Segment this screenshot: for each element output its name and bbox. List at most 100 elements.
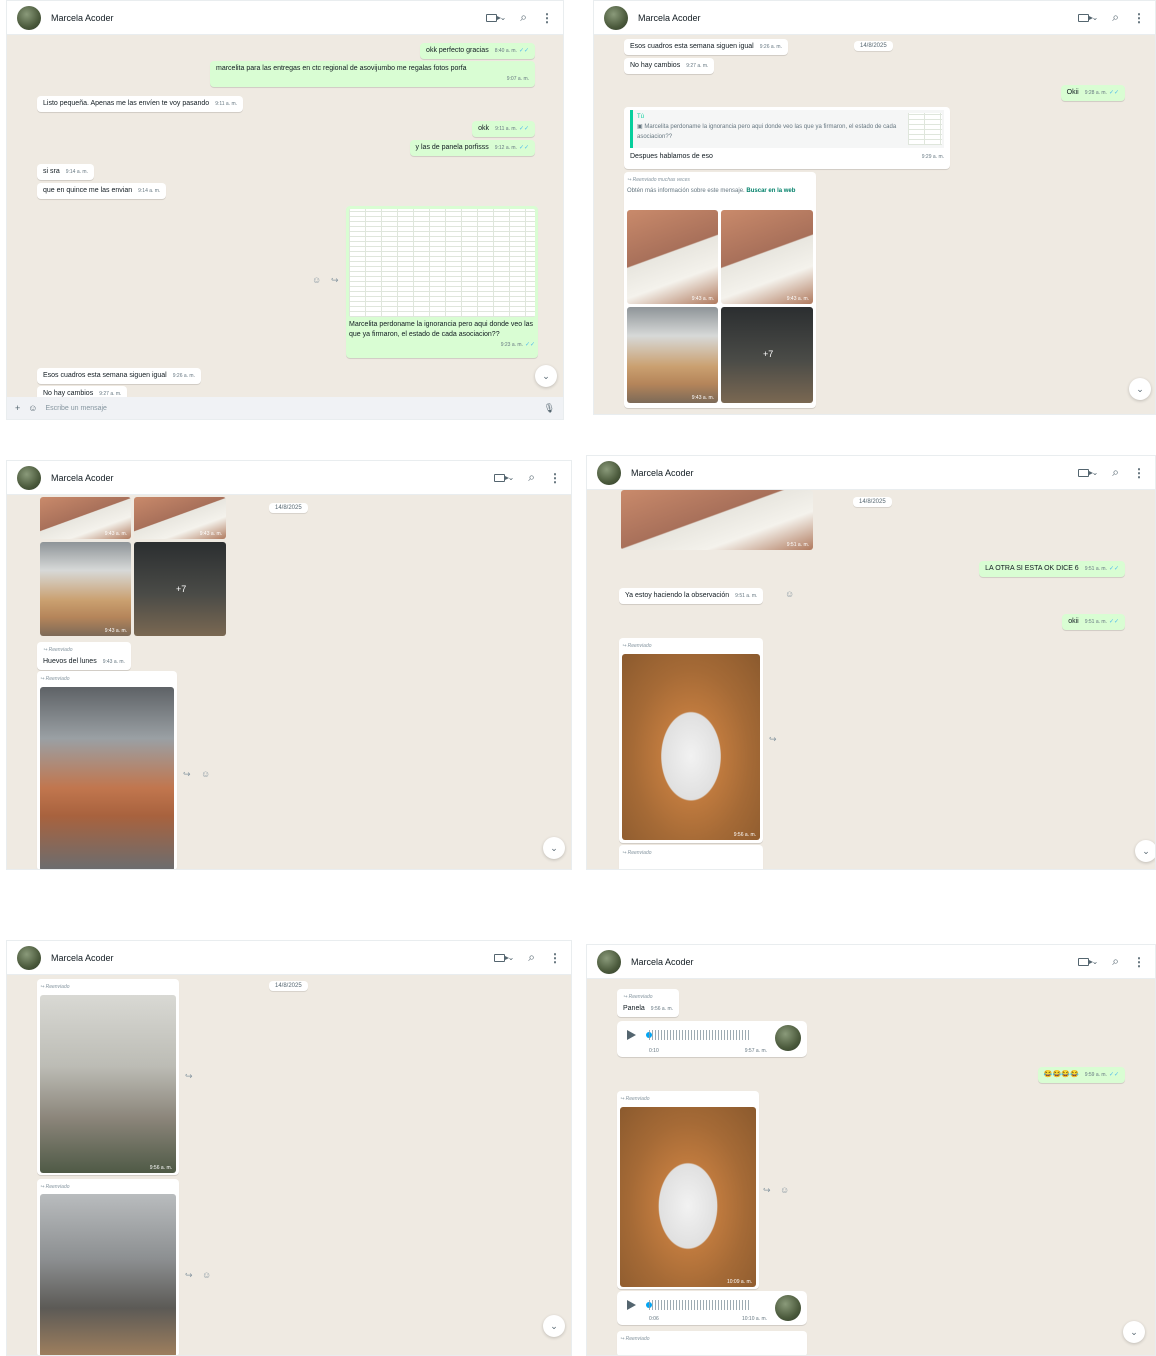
kebab-menu-icon[interactable]: ⋮ [549,471,561,485]
kebab-menu-icon[interactable]: ⋮ [541,11,553,25]
video-camera-icon[interactable]: ⌄ [1077,957,1099,966]
attach-plus-icon[interactable]: + [15,403,20,413]
message-out[interactable]: okii 9:51 a. m. ✓✓ [1062,614,1125,630]
photo[interactable] [40,1194,176,1355]
message-in[interactable]: si sra 9:14 a. m. [37,164,94,180]
photo[interactable]: 10:09 a. m. [620,1107,756,1287]
waveform[interactable] [649,1300,749,1310]
kebab-menu-icon[interactable]: ⋮ [1133,11,1145,25]
kebab-menu-icon[interactable]: ⋮ [1133,466,1145,480]
reply-message[interactable]: Tú ▣ Marcelita perdoname la ignorancia p… [624,107,950,169]
scroll-down-button[interactable]: ⌄ [543,837,565,859]
search-icon[interactable]: ⌕ [1112,954,1119,969]
waveform[interactable] [649,1030,749,1040]
avatar[interactable] [604,5,628,30]
message-out[interactable]: okk perfecto gracias 8:40 a. m. ✓✓ [420,43,535,59]
forwarded-image[interactable]: ↪ Reenviado [617,1331,807,1355]
album-photo[interactable]: 9:43 a. m. [721,210,813,304]
forward-icon[interactable]: ↪ [185,1071,193,1082]
kebab-menu-icon[interactable]: ⋮ [549,951,561,965]
video-camera-icon[interactable]: ⌄ [485,13,507,22]
forwarded-image[interactable]: ↪ Reenviado [619,845,763,869]
message-out[interactable]: y las de panela porfisss 9:12 a. m. ✓✓ [409,140,535,156]
album-photo[interactable]: 9:43 a. m. [40,497,131,539]
album-photo-more[interactable]: +7 [721,307,813,403]
chevron-down-icon[interactable]: ⌄ [500,13,507,22]
message-out[interactable]: okk 9:11 a. m. ✓✓ [472,121,535,137]
avatar[interactable] [597,949,621,974]
album-photo[interactable]: 9:43 a. m. [627,307,718,403]
contact-name[interactable]: Marcela Acoder [638,13,1078,23]
emoji-reaction-icon[interactable]: ☺ [780,1185,789,1195]
search-icon[interactable]: ⌕ [1112,465,1119,480]
message-out[interactable]: LA OTRA SI ESTA OK DICE 6 9:51 a. m. ✓✓ [979,561,1125,577]
message-in[interactable]: que en quince me las envian 9:14 a. m. [37,183,167,199]
scroll-down-button[interactable]: ⌄ [543,1315,565,1337]
chevron-down-icon[interactable]: ⌄ [1092,468,1099,477]
search-icon[interactable]: ⌕ [520,10,527,25]
chevron-down-icon[interactable]: ⌄ [508,953,515,962]
forwarded-message[interactable]: ↪ Reenviado Huevos del lunes 9:43 a. m. [37,642,131,670]
search-icon[interactable]: ⌕ [528,950,535,965]
emoji-reaction-icon[interactable]: ☺ [785,589,794,599]
message-in[interactable]: Esos cuadros esta semana siguen igual 9:2… [624,39,788,55]
search-icon[interactable]: ⌕ [528,470,535,485]
contact-name[interactable]: Marcela Acoder [51,13,486,23]
forward-icon[interactable]: ↪ [331,275,339,286]
album-photo[interactable]: 9:43 a. m. [627,210,718,304]
voice-message[interactable]: 0:06 10:10 a. m. [617,1291,807,1325]
photo[interactable] [40,687,174,869]
avatar[interactable] [17,945,41,970]
message-in[interactable]: No hay cambios 9:27 a. m. [624,58,715,74]
forwarded-message[interactable]: ↪ Reenviado Panela 9:56 a. m. [617,989,680,1017]
forward-icon[interactable]: ↪ [183,769,191,780]
forward-icon[interactable]: ↪ [769,734,777,745]
contact-name[interactable]: Marcela Acoder [51,953,494,963]
kebab-menu-icon[interactable]: ⋮ [1133,955,1145,969]
chevron-down-icon[interactable]: ⌄ [508,473,515,482]
message-in[interactable]: Esos cuadros esta semana siguen igual 9:2… [37,368,201,384]
scroll-down-button[interactable]: ⌄ [1129,378,1151,400]
quoted-message[interactable]: Tú ▣ Marcelita perdoname la ignorancia p… [630,110,944,148]
play-icon[interactable] [627,1030,636,1040]
search-web-link[interactable]: Buscar en la web [746,188,795,194]
video-camera-icon[interactable]: ⌄ [493,473,515,482]
emoji-reaction-icon[interactable]: ☺ [312,275,321,285]
forward-icon[interactable]: ↪ [185,1270,193,1281]
photo[interactable]: 9:56 a. m. [40,995,176,1173]
video-camera-icon[interactable]: ⌄ [1077,13,1099,22]
scroll-down-button[interactable]: ⌄ [535,365,557,387]
message-in[interactable]: Listo pequeña. Apenas me las envíen te v… [37,96,244,112]
album-photo[interactable]: 9:43 a. m. [134,497,226,539]
voice-message[interactable]: 0:10 9:57 a. m. [617,1021,807,1057]
message-out[interactable]: Okii 9:28 a. m. ✓✓ [1060,85,1125,101]
chevron-down-icon[interactable]: ⌄ [1092,13,1099,22]
avatar[interactable] [17,465,41,490]
emoji-reaction-icon[interactable]: ☺ [201,769,210,779]
photo[interactable]: 9:51 a. m. [621,490,813,550]
album-photo[interactable]: 9:43 a. m. [40,542,131,636]
contact-name[interactable]: Marcela Acoder [631,468,1078,478]
avatar[interactable] [17,5,41,30]
album-photo-more[interactable]: +7 [134,542,226,636]
message-out[interactable]: marcelita para las entregas en ctc regio… [210,61,535,87]
search-icon[interactable]: ⌕ [1112,10,1119,25]
message-in[interactable]: Ya estoy haciendo la observación 9:51 a. … [619,588,764,604]
message-out[interactable]: 😂😂😂😂 9:59 a. m. ✓✓ [1037,1067,1125,1083]
image-message[interactable]: Marcelita perdoname la ignorancia pero a… [346,206,538,358]
video-camera-icon[interactable]: ⌄ [1077,468,1099,477]
play-icon[interactable] [627,1300,636,1310]
scroll-down-button[interactable]: ⌄ [1135,840,1155,862]
microphone-icon[interactable]: 🎙 [544,403,555,414]
message-input[interactable]: Escribe un mensaje [45,405,535,412]
contact-name[interactable]: Marcela Acoder [631,957,1078,967]
video-camera-icon[interactable]: ⌄ [493,953,515,962]
chevron-down-icon[interactable]: ⌄ [1092,957,1099,966]
forward-icon[interactable]: ↪ [763,1185,771,1196]
emoji-reaction-icon[interactable]: ☺ [202,1270,211,1280]
photo[interactable]: 9:56 a. m. [622,654,760,840]
scroll-down-button[interactable]: ⌄ [1123,1321,1145,1343]
spreadsheet-screenshot[interactable] [349,209,535,317]
contact-name[interactable]: Marcela Acoder [51,473,494,483]
avatar[interactable] [597,460,621,485]
